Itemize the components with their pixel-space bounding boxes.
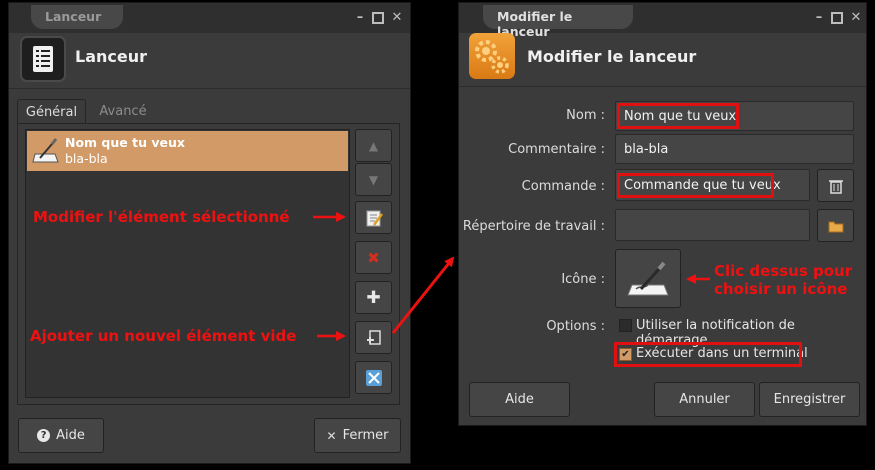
annotation-modify: Modifier l'élément sélectionné [33, 208, 290, 226]
launcher-app-button[interactable] [355, 361, 392, 394]
command-highlight [617, 173, 774, 198]
comment-label: Commentaire : [508, 142, 605, 157]
close-button[interactable]: ✕ Fermer [314, 418, 401, 453]
arrow-down-icon: ▼ [368, 172, 379, 187]
tab-avance[interactable]: Avancé [91, 99, 155, 124]
workdir-browse-button[interactable] [817, 209, 854, 242]
edit-item-icon [366, 210, 383, 226]
modifier-header-title: Modifier le lanceur [527, 47, 697, 66]
name-highlight [617, 103, 739, 129]
tab-general-label: Général [25, 104, 78, 120]
help-button[interactable]: Aide [469, 382, 570, 417]
command-label: Commande : [521, 179, 605, 194]
comment-field-value: bla-bla [624, 141, 669, 157]
lanceur-window: Lanceur – ✕ Lanceur Général Avancé Nom q… [8, 2, 411, 464]
help-button-label: Aide [505, 392, 534, 407]
close-icon[interactable]: ✕ [390, 11, 404, 25]
launcher-item-icon [32, 136, 60, 164]
lanceur-window-title: Lanceur [31, 5, 123, 29]
icon-picker-button[interactable] [615, 249, 681, 308]
save-button-label: Enregistrer [773, 392, 846, 407]
delete-item-button[interactable]: ✖ [355, 241, 392, 274]
help-icon: ? [37, 429, 51, 442]
close-button-icon: ✕ [326, 428, 337, 443]
help-button-label: Aide [56, 428, 85, 443]
cancel-button[interactable]: Annuler [654, 382, 755, 417]
list-item[interactable]: Nom que tu veux bla-bla [27, 131, 348, 171]
trash-icon [828, 179, 843, 194]
terminal-highlight [614, 342, 802, 367]
list-item-subtitle: bla-bla [65, 151, 108, 166]
maximize-icon[interactable] [371, 11, 385, 25]
move-up-button[interactable]: ▲ [355, 129, 392, 162]
options-label: Options : [546, 319, 605, 334]
modifier-window-title: Modifier le lanceur [483, 5, 633, 39]
icon-label: Icône : [561, 272, 605, 287]
minimize-icon[interactable]: – [353, 11, 367, 25]
launcher-app-icon [365, 369, 382, 386]
add-empty-item-button[interactable] [355, 321, 392, 354]
header-separator [459, 86, 866, 87]
settings-gears-icon [469, 33, 515, 79]
workdir-field[interactable] [615, 209, 810, 241]
maximize-icon[interactable] [830, 11, 844, 25]
help-button[interactable]: ? Aide [18, 418, 104, 453]
startup-notification-checkbox[interactable] [619, 319, 632, 332]
name-label: Nom : [566, 108, 605, 123]
annotation-icon-line2: choisir un icône [714, 280, 848, 298]
edit-item-button[interactable] [355, 201, 392, 234]
annotation-icon-line1: Clic dessus pour [714, 262, 853, 280]
close-button-label: Fermer [342, 428, 389, 443]
launcher-header-icon [20, 36, 66, 82]
save-button[interactable]: Enregistrer [759, 382, 860, 417]
delete-item-icon: ✖ [367, 248, 380, 267]
tab-avance-label: Avancé [99, 104, 147, 119]
annotation-add: Ajouter un nouvel élément vide [30, 327, 297, 345]
add-item-button[interactable]: ✚ [355, 281, 392, 314]
add-empty-item-icon [366, 329, 381, 345]
close-icon[interactable]: ✕ [849, 11, 863, 25]
folder-icon [828, 221, 843, 232]
lanceur-titlebar[interactable]: Lanceur – ✕ [9, 3, 410, 33]
arrow-up-icon: ▲ [368, 138, 379, 153]
header-separator [9, 88, 410, 89]
move-down-button[interactable]: ▼ [355, 163, 392, 196]
list-item-title: Nom que tu veux [65, 135, 185, 150]
launcher-item-list[interactable]: Nom que tu veux bla-bla [25, 129, 350, 398]
text-editor-icon [627, 261, 669, 295]
comment-field[interactable]: bla-bla [615, 134, 854, 164]
cancel-button-label: Annuler [679, 392, 730, 407]
modifier-titlebar[interactable]: Modifier le lanceur – ✕ [459, 3, 866, 39]
modifier-lanceur-window: Modifier le lanceur – ✕ Modifier le lanc… [458, 2, 867, 426]
add-item-icon: ✚ [366, 287, 381, 308]
command-browse-button[interactable] [817, 169, 854, 202]
lanceur-header-title: Lanceur [75, 47, 147, 66]
tab-general[interactable]: Général [17, 99, 86, 124]
minimize-icon[interactable]: – [812, 11, 826, 25]
workdir-label: Répertoire de travail : [462, 219, 605, 234]
